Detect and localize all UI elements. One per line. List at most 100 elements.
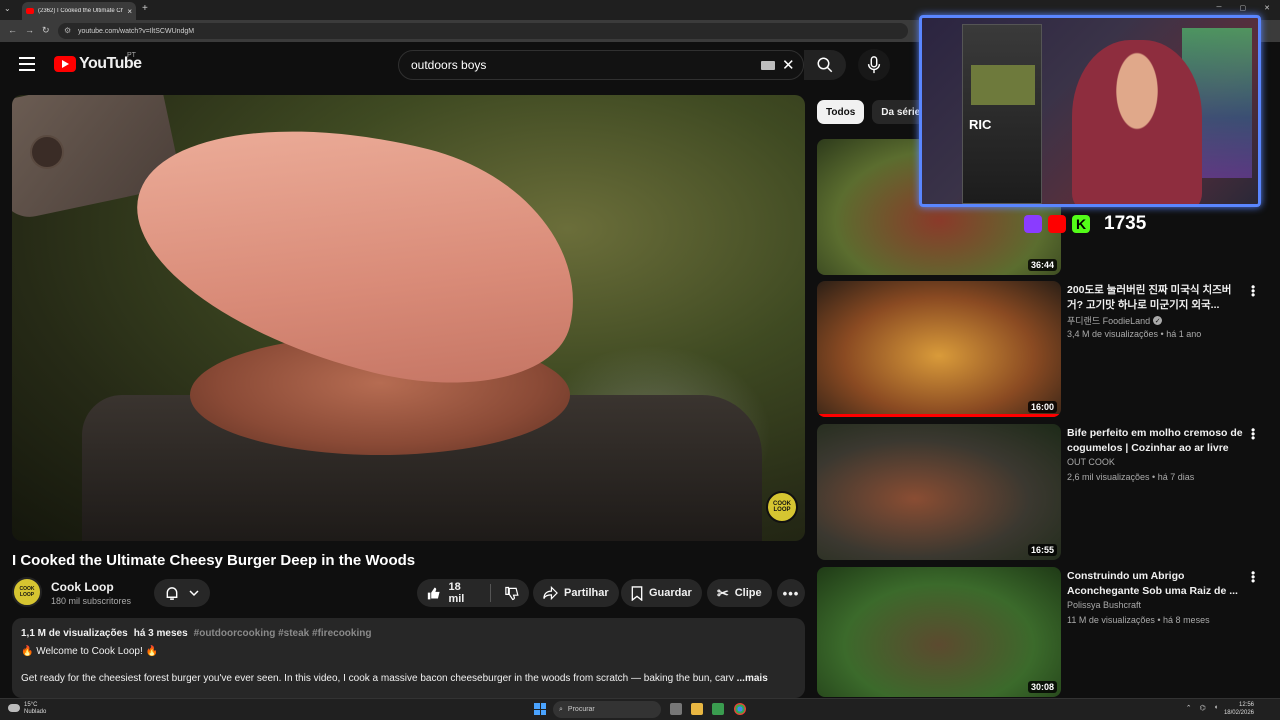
- tab-close-icon[interactable]: ×: [127, 7, 132, 16]
- clock-date: 18/02/2026: [1223, 710, 1254, 716]
- show-more-link[interactable]: ...mais: [737, 673, 768, 684]
- video-thumbnail[interactable]: 16:55: [817, 424, 1061, 560]
- channel-name[interactable]: Cook Loop: [51, 580, 114, 594]
- view-count: 3,4 M de visualizações: [1067, 329, 1159, 339]
- recommendation-channel[interactable]: Polissya Bushcraft: [1067, 600, 1141, 610]
- more-vertical-icon[interactable]: • • •: [1251, 567, 1257, 587]
- minimize-icon[interactable]: ─: [1217, 4, 1222, 12]
- description-meta: 1,1 M de visualizações há 3 meses #outdo…: [21, 628, 796, 639]
- subscriber-count: 180 mil subscritores: [51, 596, 132, 606]
- viewer-count: 1735: [1104, 213, 1147, 234]
- voice-search-button[interactable]: [858, 49, 890, 81]
- recommendation-channel[interactable]: 푸디랜드 FoodieLand ✓: [1067, 314, 1163, 327]
- share-button[interactable]: Partilhar: [533, 579, 619, 607]
- more-vertical-icon[interactable]: • • •: [1251, 281, 1257, 301]
- description-text: Get ready for the cheesiest forest burge…: [21, 673, 734, 684]
- recommendation-item[interactable]: 16:55 Bife perfeito em molho cremoso de …: [817, 424, 1277, 560]
- upload-age: há 7 dias: [1157, 472, 1195, 482]
- menu-icon[interactable]: [19, 57, 35, 71]
- thumbs-down-icon[interactable]: [505, 586, 519, 601]
- maximize-icon[interactable]: ▢: [1240, 4, 1247, 12]
- clock[interactable]: 12:56 18/02/2026: [1224, 701, 1254, 717]
- browser-tab-youtube[interactable]: (2362) I Cooked the Ultimate Cheesy Burg…: [22, 2, 136, 20]
- taskbar-search[interactable]: ⌕ Procurar: [553, 701, 661, 718]
- viewer-counter: K 1735: [1024, 213, 1146, 235]
- channel-name: Polissya Bushcraft: [1067, 600, 1142, 610]
- youtube-icon: [1048, 215, 1066, 233]
- view-count: 2,6 mil visualizações: [1067, 472, 1150, 482]
- hashtags[interactable]: #outdoorcooking #steak #firecooking: [194, 628, 372, 639]
- close-window-icon[interactable]: ✕: [1264, 4, 1270, 12]
- search-icon: ⌕: [559, 705, 563, 713]
- store-icon[interactable]: [712, 703, 724, 715]
- weather-temp: 15°C: [24, 702, 38, 708]
- tab-title: (2362) I Cooked the Ultimate Cheesy Burg…: [38, 8, 124, 14]
- windows-start-icon[interactable]: [534, 703, 546, 715]
- duration-badge: 16:00: [1027, 401, 1057, 413]
- duration-badge: 36:44: [1027, 259, 1057, 271]
- channel-avatar[interactable]: COOK LOOP: [12, 577, 42, 607]
- recommendation-channel[interactable]: OUT COOK: [1067, 457, 1115, 467]
- channel-name: 푸디랜드 FoodieLand: [1067, 316, 1151, 326]
- filter-chips: Todos Da série: [817, 100, 930, 124]
- video-player[interactable]: COOK LOOP: [12, 95, 805, 541]
- volume-icon[interactable]: ◖: [1214, 704, 1218, 712]
- subscribed-button[interactable]: [154, 579, 210, 607]
- back-icon[interactable]: ←: [8, 25, 17, 35]
- recommendation-title[interactable]: Bife perfeito em molho cremoso de cogume…: [1067, 426, 1243, 456]
- chrome-icon[interactable]: [734, 703, 746, 715]
- verified-icon: ✓: [1153, 316, 1163, 325]
- recommendation-title[interactable]: 200도로 눌러버린 진짜 미국식 치즈버거? 고기맛 하나로 미군기지 외국.…: [1067, 283, 1243, 313]
- file-explorer-icon[interactable]: [691, 703, 703, 715]
- taskbar: 15°C Nublado ⌕ Procurar ⌃ ⌬ ◖ 12:56 18/0…: [0, 698, 1280, 720]
- url-text: youtube.com/watch?v=IltSCWUndgM: [78, 27, 195, 35]
- reload-icon[interactable]: ↻: [42, 25, 50, 36]
- clear-search-icon[interactable]: ✕: [782, 56, 795, 74]
- youtube-logo[interactable]: YouTube PT: [54, 52, 142, 73]
- chip-all[interactable]: Todos: [817, 100, 865, 124]
- recommendation-item[interactable]: 16:00 200도로 눌러버린 진짜 미국식 치즈버거? 고기맛 하나로 미군…: [817, 281, 1277, 417]
- clip-button[interactable]: ✂ Clipe: [707, 579, 772, 607]
- like-count: 18 mil: [448, 581, 465, 605]
- network-icon[interactable]: ⌬: [1200, 704, 1206, 712]
- video-thumbnail[interactable]: 16:00: [817, 281, 1061, 417]
- like-button[interactable]: 18 mil: [427, 581, 476, 605]
- chevron-down-icon: [189, 590, 199, 597]
- more-vertical-icon[interactable]: • • •: [1251, 424, 1257, 444]
- search-input[interactable]: outdoors boys ✕: [398, 50, 804, 80]
- save-label: Guardar: [649, 587, 692, 599]
- url-field[interactable]: ⚙ youtube.com/watch?v=IltSCWUndgM: [58, 23, 908, 39]
- search-button[interactable]: [804, 50, 846, 80]
- video-title: I Cooked the Ultimate Cheesy Burger Deep…: [12, 552, 416, 569]
- recommendation-meta: 3,4 M de visualizações • há 1 ano: [1067, 329, 1202, 339]
- channel-watermark[interactable]: COOK LOOP: [766, 491, 798, 523]
- duration-badge: 16:55: [1027, 544, 1057, 556]
- recommendation-title[interactable]: Construindo um Abrigo Aconchegante Sob u…: [1067, 569, 1243, 599]
- task-view-icon[interactable]: [670, 703, 682, 715]
- twitch-icon: [1024, 215, 1042, 233]
- description-box[interactable]: 1,1 M de visualizações há 3 meses #outdo…: [12, 618, 805, 698]
- search-icon: [817, 57, 833, 73]
- site-info-icon[interactable]: ⚙: [64, 26, 71, 35]
- share-label: Partilhar: [564, 587, 609, 599]
- new-tab-button[interactable]: +: [142, 3, 148, 14]
- view-count: 1,1 M de visualizações: [21, 628, 128, 639]
- system-tray: ⌃ ⌬ ◖: [1186, 704, 1218, 712]
- youtube-play-icon: [54, 56, 76, 72]
- weather-widget[interactable]: 15°C Nublado: [8, 702, 46, 716]
- tab-search-icon[interactable]: ⌄: [4, 4, 11, 13]
- recommendation-meta: 2,6 mil visualizações • há 7 dias: [1067, 472, 1195, 482]
- taskbar-search-label: Procurar: [567, 706, 595, 713]
- video-thumbnail[interactable]: 30:08: [817, 567, 1061, 697]
- webcam-overlay: RIC: [919, 15, 1261, 207]
- bookmark-icon: [631, 585, 643, 601]
- recommendation-item[interactable]: 30:08 Construindo um Abrigo Aconchegante…: [817, 567, 1277, 697]
- keyboard-icon[interactable]: [761, 61, 775, 70]
- upload-age: há 8 meses: [1163, 615, 1210, 625]
- save-button[interactable]: Guardar: [621, 579, 702, 607]
- thumbs-up-icon: [427, 587, 440, 599]
- tray-chevron-icon[interactable]: ⌃: [1186, 704, 1192, 712]
- search-query: outdoors boys: [411, 58, 487, 72]
- more-actions-button[interactable]: •••: [777, 579, 805, 607]
- forward-icon[interactable]: →: [25, 25, 34, 35]
